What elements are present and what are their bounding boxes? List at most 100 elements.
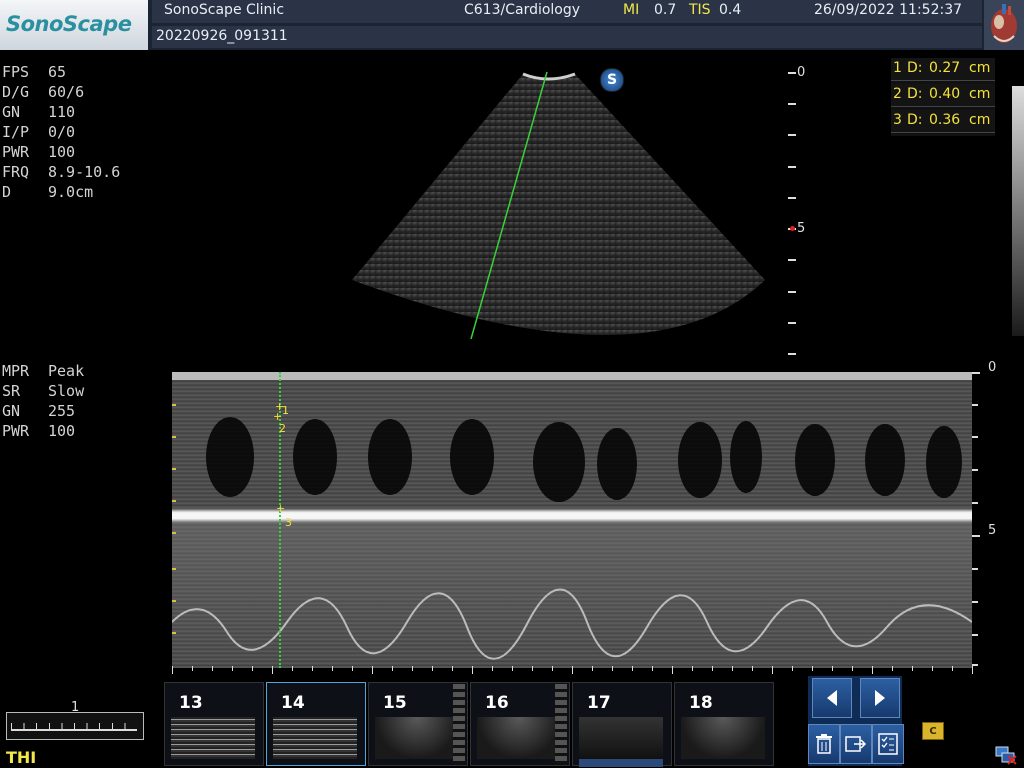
param-label: FPS [2,63,30,81]
time-tick [212,666,213,671]
chevron-right-icon [875,690,885,706]
measurement-unit: cm [969,60,991,76]
time-tick [792,666,793,671]
mi-label: MI [623,2,640,18]
tis-value: 0.4 [719,2,742,18]
network-icon[interactable] [994,744,1018,766]
param-row: PWR 100 [2,421,84,441]
time-tick [232,666,233,671]
caliper-label-2: 2 [279,422,286,435]
param-value: Slow [48,382,85,400]
gray-bar [1012,86,1024,336]
thumbnail-number: 18 [689,693,713,713]
measurement-label: D: [907,112,923,128]
mi-value: 0.7 [654,2,677,18]
m-mode-params: MPR Peak SR Slow GN 255 PWR 100 [2,361,84,441]
param-value: 110 [48,103,76,121]
b-mode-params: FPS 65 D/G 60/6 GN 110 I/P 0/0 PWR 100 FRQ 8.9-10.6… [2,62,120,202]
m-depth-label-5: 5 [988,523,997,538]
time-tick [732,666,733,671]
time-tick [432,666,433,671]
measurement-row: 3 D: 0.36 cm [891,110,995,133]
param-value: 9.0cm [48,183,94,201]
time-tick [312,666,313,671]
thumbnail-number: 15 [383,693,407,713]
logo: SonoScape [6,12,132,36]
time-tick [332,666,333,671]
measurement-value: 0.27 [929,60,961,76]
measurement-unit: cm [969,86,991,102]
scale-bar: 1 [6,700,144,740]
thumbnail-controls [808,676,904,766]
sector-fan [352,74,765,335]
param-value: 255 [48,402,76,420]
m-mode-trace[interactable]: + 1 + 2 + 3 [172,372,972,668]
time-tick [492,666,493,671]
m-mode-waveforms [172,417,972,660]
thumbnail-strip: 13 14 15 16 17 18 [164,682,776,768]
next-page-button[interactable] [860,678,900,718]
param-value: 0/0 [48,123,76,141]
time-tick [592,666,593,671]
delete-button[interactable] [808,724,840,764]
time-tick [972,666,973,674]
param-row: D/G 60/6 [2,82,120,102]
measurement-row: 2 D: 0.40 cm [891,84,995,107]
param-row: FPS 65 [2,62,120,82]
param-label: D [2,183,12,201]
clinic-name: SonoScape Clinic [164,2,285,18]
param-row: FRQ 8.9-10.6 [2,162,120,182]
thumbnail-number: 16 [485,693,509,713]
time-tick [812,666,813,671]
thumbnail-item[interactable]: 17 [572,682,672,767]
time-tick [612,666,613,671]
time-tick [472,666,473,674]
param-value: 8.9-10.6 [48,163,121,181]
time-tick [912,666,913,671]
measurement-value: 0.36 [929,112,961,128]
measurement-label: D: [907,86,923,102]
header-row-info: SonoScape Clinic C613/Cardiology MI 0.7 … [152,0,982,23]
param-value: 65 [48,63,67,81]
thumbnail-item[interactable]: 13 [164,682,264,766]
thumbnail-item[interactable]: 16 [470,682,570,766]
depth-label-0: 0 [797,65,806,80]
param-row: I/P 0/0 [2,122,120,142]
measurement-index: 3 [893,112,902,128]
param-label: PWR [2,143,30,161]
prev-page-button[interactable] [812,678,852,718]
time-tick [672,666,673,674]
measurement-unit: cm [969,112,991,128]
report-button[interactable] [872,724,904,764]
clipboard-icon[interactable]: C [922,722,944,740]
thumbnail-item[interactable]: 15 [368,682,468,766]
time-tick [832,666,833,671]
param-row: GN 110 [2,102,120,122]
export-button[interactable] [840,724,872,764]
focus-marker [790,226,795,231]
param-row: SR Slow [2,381,84,401]
export-icon [845,736,867,752]
param-label: FRQ [2,163,30,181]
param-row: GN 255 [2,401,84,421]
anatomy-icon-panel[interactable] [984,0,1024,50]
measurement-index: 1 [893,60,902,76]
chevron-left-icon [827,690,837,706]
b-mode-sector-image[interactable] [340,60,780,360]
header-row-patient: 20220926_091311 [152,26,982,48]
caliper-label-1: 1 [282,404,289,417]
time-tick [632,666,633,671]
thumbnail-number: 17 [587,693,611,713]
param-label: D/G [2,83,30,101]
time-tick [932,666,933,671]
time-tick [352,666,353,671]
time-tick [292,666,293,671]
time-tick [272,666,273,674]
param-value: Peak [48,362,85,380]
caliper-marker-3[interactable]: + [276,502,285,515]
time-tick [872,666,873,674]
thumbnail-item[interactable]: 18 [674,682,774,766]
thumbnail-item[interactable]: 14 [266,682,366,766]
measurement-value: 0.40 [929,86,961,102]
patient-id[interactable]: 20220926_091311 [156,28,288,44]
